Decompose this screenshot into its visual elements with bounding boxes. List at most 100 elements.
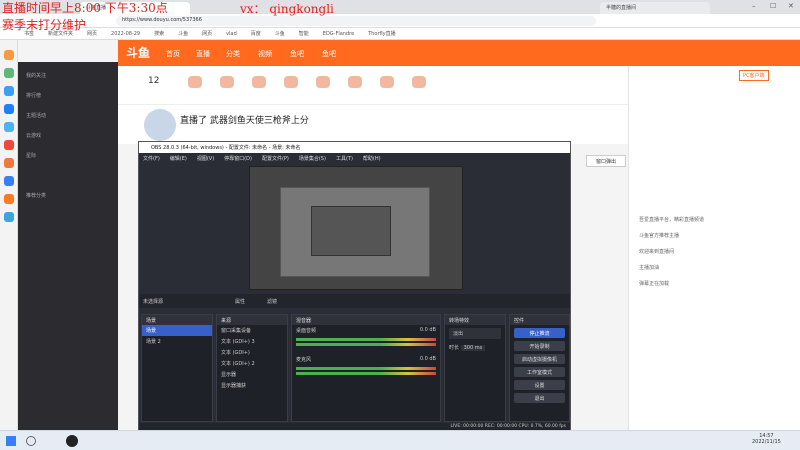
obs-menubar: 文件(F) 编辑(E) 视图(V) 停靠窗口(D) 配置文件(P) 场景集合(S… (139, 153, 570, 163)
browser-tab[interactable]: 半糖的直播间 (600, 2, 710, 14)
nav-item[interactable]: 鱼吧 (322, 49, 336, 59)
start-icon[interactable] (6, 436, 16, 446)
app-icon[interactable] (4, 176, 14, 186)
preview-nested-capture (311, 206, 391, 256)
no-source-label: 未选择源 (143, 299, 164, 305)
bookmark-item[interactable]: 智能 (299, 30, 309, 37)
exit-button[interactable]: 退出 (514, 393, 565, 403)
app-icon[interactable] (4, 158, 14, 168)
properties-button[interactable]: 属性 (235, 298, 245, 305)
bookmark-item[interactable]: vlad (226, 31, 237, 37)
source-item[interactable]: 文本 (GDI+) 2 (217, 358, 287, 369)
maximize-icon[interactable]: ☐ (770, 2, 776, 10)
minimize-icon[interactable]: – (752, 2, 756, 10)
stream-overlay-schedule: 直播时间早上8:00 下午3:30点 赛季末打分维护 (2, 0, 168, 34)
stat-item[interactable] (348, 76, 362, 91)
volume-slider[interactable] (296, 343, 436, 346)
volume-slider[interactable] (296, 372, 436, 375)
app-icon[interactable] (4, 86, 14, 96)
app-icon[interactable] (4, 194, 14, 204)
start-recording-button[interactable]: 开始录制 (514, 341, 565, 351)
nav-item[interactable]: 分类 (226, 49, 240, 59)
sidebar-item[interactable]: 云游戏 (26, 132, 41, 139)
menu-item[interactable]: 编辑(E) (170, 155, 187, 162)
stop-streaming-button[interactable]: 停止推流 (514, 328, 565, 338)
sidebar-item[interactable]: 主题活动 (26, 112, 46, 119)
clock-date: 2022/11/15 (752, 439, 781, 445)
stat-item[interactable] (380, 76, 394, 91)
volume-meter (296, 338, 436, 341)
bookmark-item[interactable]: 斗鱼 (275, 30, 285, 37)
transition-select[interactable]: 淡出 (449, 328, 501, 339)
douyu-logo[interactable]: 斗鱼 (126, 44, 150, 61)
overlay-line: 直播时间早上8:00 下午3:30点 (2, 1, 168, 15)
app-icon[interactable] (4, 212, 14, 222)
sidebar-item[interactable]: 星际 (26, 152, 36, 159)
bookmark-item[interactable]: 斗鱼 (178, 30, 188, 37)
nav-item[interactable]: 鱼吧 (290, 49, 304, 59)
source-item[interactable]: 显示器捕获 (217, 380, 287, 391)
obs-preview[interactable] (249, 166, 463, 290)
stat-item[interactable] (284, 76, 298, 91)
nav-item[interactable]: 直播 (196, 49, 210, 59)
room-header: 直播了 武器剑鱼天使三枪斧上分 (118, 104, 628, 144)
app-icon[interactable] (4, 104, 14, 114)
pc-client-badge[interactable]: PC客户端 (739, 70, 769, 81)
close-icon[interactable]: ✕ (788, 2, 794, 10)
duration-row: 时长 300 ms (445, 342, 505, 353)
obs-window: OBS 28.0.3 (64-bit, windows) - 配置文件: 未命名… (138, 141, 571, 431)
scene-item[interactable]: 场景 (142, 325, 212, 336)
stat-item[interactable] (412, 76, 426, 91)
mixer-channel: 桌面音频 0.0 dB (292, 325, 440, 336)
streamer-avatar[interactable] (144, 109, 176, 141)
obs-taskbar-icon[interactable] (66, 435, 78, 447)
source-item[interactable]: 文本 (GDI+) 3 (217, 336, 287, 347)
menu-item[interactable]: 配置文件(P) (262, 155, 289, 162)
source-item[interactable]: 文本 (GDI+) (217, 347, 287, 358)
scenes-dock: 场景 场景 场景 2 (141, 314, 213, 422)
chat-message: 主播加油 (639, 265, 660, 271)
app-icon[interactable] (4, 122, 14, 132)
duration-field[interactable]: 300 ms (460, 345, 486, 351)
gift-icon (220, 76, 234, 88)
source-item[interactable]: 窗口采集设备 (217, 325, 287, 336)
bookmark-item[interactable]: EDG-Flandre (323, 31, 354, 37)
search-icon[interactable] (26, 436, 36, 446)
nav-item[interactable]: 视频 (258, 49, 272, 59)
stat-item[interactable] (316, 76, 330, 91)
chat-panel: PC客户端 吾爱直播平台，精彩直播频道 斗鱼官方推荐主播 欢迎来到直播间 主播加… (628, 66, 800, 430)
menu-item[interactable]: 场景集合(S) (299, 155, 326, 162)
chat-message: 欢迎来到直播间 (639, 249, 675, 255)
scene-item[interactable]: 场景 2 (142, 336, 212, 347)
menu-item[interactable]: 停靠窗口(D) (224, 155, 252, 162)
stat-item[interactable] (252, 76, 266, 91)
menu-item[interactable]: 帮助(H) (363, 155, 381, 162)
app-icon[interactable] (4, 140, 14, 150)
app-icon[interactable] (4, 68, 14, 78)
sidebar-item[interactable]: 推荐分类 (26, 192, 46, 199)
settings-button[interactable]: 设置 (514, 380, 565, 390)
chat-message: 吾爱直播平台，精彩直播频道 (639, 217, 705, 223)
menu-item[interactable]: 视图(V) (197, 155, 214, 162)
follow-count: 12 (148, 76, 159, 86)
bookmark-item[interactable]: 百度 (251, 30, 261, 37)
filters-button[interactable]: 滤镜 (267, 298, 277, 305)
app-icon[interactable] (4, 50, 14, 60)
stat-item[interactable] (220, 76, 234, 91)
studio-mode-button[interactable]: 工作室模式 (514, 367, 565, 377)
transitions-header: 转场特效 (445, 315, 505, 325)
clock[interactable]: 14:57 2022/11/15 (752, 433, 781, 445)
virtual-camera-button[interactable]: 启动虚拟摄像机 (514, 354, 565, 364)
mixer-channel-name: 麦克风 (296, 357, 312, 363)
sidebar-item[interactable]: 我的关注 (26, 72, 46, 79)
sidebar-item[interactable]: 排行榜 (26, 92, 41, 99)
bookmark-item[interactable]: 网页 (202, 30, 212, 37)
stat-item[interactable] (188, 76, 202, 91)
source-item[interactable]: 显示器 (217, 369, 287, 380)
follow-count-value: 12 (148, 76, 160, 86)
bookmark-item[interactable]: Thorfly直播 (368, 30, 395, 37)
nav-item[interactable]: 首页 (166, 49, 180, 59)
menu-item[interactable]: 工具(T) (336, 155, 353, 162)
float-window-button[interactable]: 窗口弹出 (586, 155, 626, 167)
menu-item[interactable]: 文件(F) (143, 155, 160, 162)
